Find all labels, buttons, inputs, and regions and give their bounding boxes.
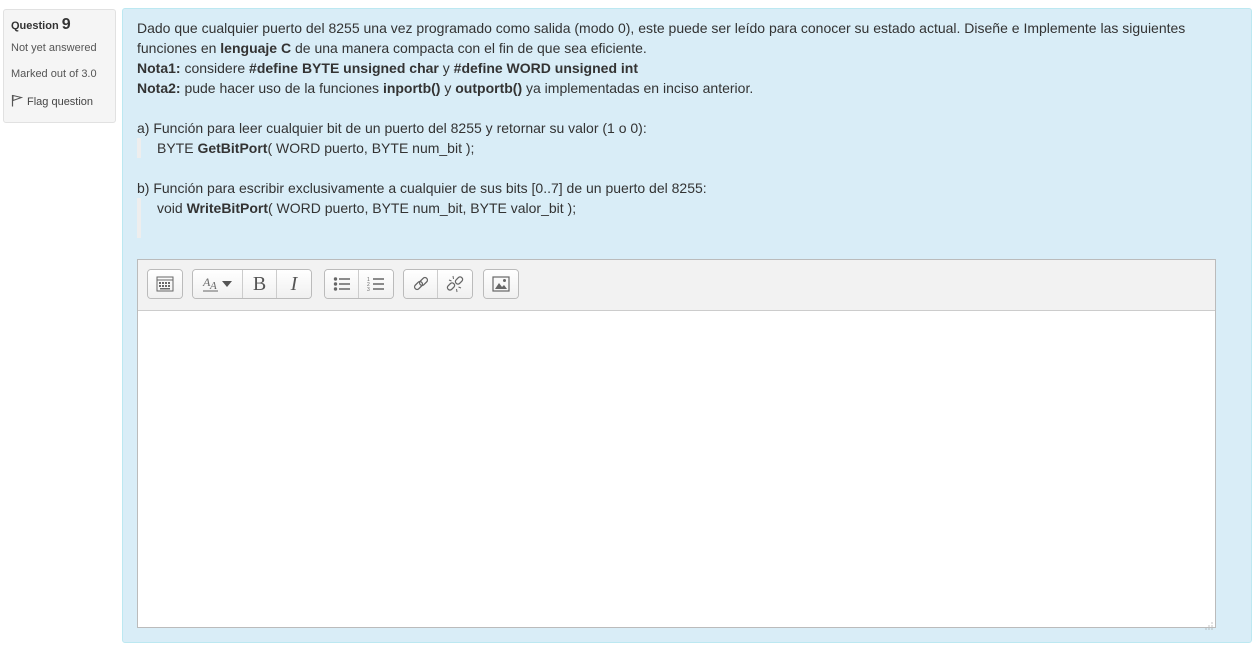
font-style-icon: A A — [202, 275, 234, 293]
question-content: Dado que cualquier puerto del 8255 una v… — [122, 8, 1252, 643]
toolbar-group-format: A A B I — [192, 269, 312, 299]
part-a-description: a) Función para leer cualquier bit de un… — [137, 120, 647, 136]
nota2: Nota2: pude hacer uso de la funciones in… — [137, 80, 754, 96]
toolbar-group-lists: 1 2 3 — [324, 269, 394, 299]
italic-button[interactable]: I — [277, 270, 311, 298]
resize-handle-icon[interactable] — [1205, 617, 1213, 630]
question-grade: Marked out of 3.0 — [11, 68, 97, 80]
image-icon — [492, 276, 510, 292]
svg-text:3: 3 — [367, 287, 370, 292]
svg-text:A: A — [209, 280, 217, 292]
unlink-icon — [446, 275, 464, 293]
page: Question 9 Not yet answered Marked out o… — [0, 0, 1258, 652]
question-state: Not yet answered — [11, 42, 97, 54]
question-number-value: 9 — [61, 16, 71, 33]
question-info: Question 9 Not yet answered Marked out o… — [3, 9, 116, 123]
editor-toolbar: A A B I 1 2 3 — [138, 260, 1215, 311]
nota1: Nota1: considere #define BYTE unsigned c… — [137, 60, 638, 76]
link-icon — [412, 275, 430, 293]
flag-question-button[interactable]: Flag question — [11, 94, 108, 110]
question-number: Question 9 — [11, 16, 108, 34]
flag-question-label: Flag question — [27, 96, 94, 108]
ordered-list-icon: 1 2 3 — [367, 276, 385, 292]
answer-editor: A A B I 1 2 3 — [137, 259, 1216, 630]
italic-icon: I — [290, 272, 298, 295]
unordered-list-icon — [333, 276, 351, 292]
insert-image-button[interactable] — [484, 270, 518, 298]
show-more-buttons-icon — [156, 276, 174, 292]
answer-text-area[interactable] — [138, 311, 1215, 627]
toolbar-group-media — [483, 269, 519, 299]
part-b-description: b) Función para escribir exclusivamente … — [137, 180, 707, 196]
show-more-buttons-button[interactable] — [148, 270, 182, 298]
bold-icon: B — [252, 272, 267, 295]
link-button[interactable] — [404, 270, 438, 298]
question-label: Question — [11, 20, 59, 32]
font-style-button[interactable]: A A — [193, 270, 243, 298]
unlink-button[interactable] — [438, 270, 472, 298]
part-b-signature: void WriteBitPort( WORD puerto, BYTE num… — [137, 198, 1232, 238]
unordered-list-button[interactable] — [325, 270, 359, 298]
question-intro: Dado que cualquier puerto del 8255 una v… — [137, 20, 1186, 56]
bold-button[interactable]: B — [243, 270, 277, 298]
question-text: Dado que cualquier puerto del 8255 una v… — [137, 18, 1232, 238]
flag-icon — [11, 94, 24, 110]
part-a-signature: BYTE GetBitPort( WORD puerto, BYTE num_b… — [137, 138, 1232, 158]
ordered-list-button[interactable]: 1 2 3 — [359, 270, 393, 298]
toolbar-group-links — [403, 269, 473, 299]
toolbar-group-more — [147, 269, 183, 299]
